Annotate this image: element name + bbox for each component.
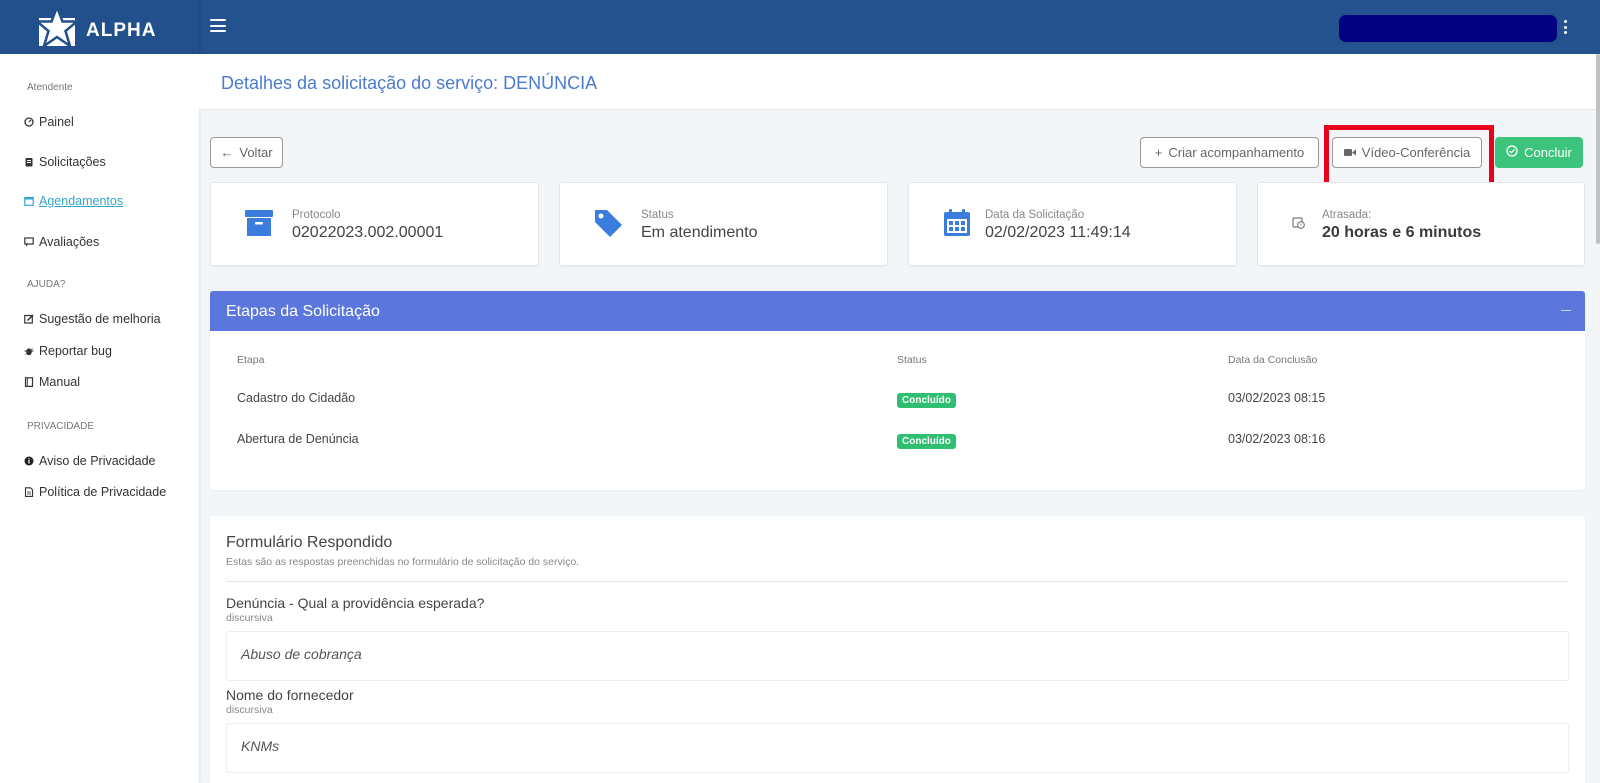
user-name-box[interactable] <box>1339 15 1557 42</box>
back-button[interactable]: ← Voltar <box>210 137 283 168</box>
sidebar-item-label: Manual <box>39 375 80 389</box>
column-header-data: Data da Conclusão <box>1228 354 1318 366</box>
card-value: Em atendimento <box>641 224 758 241</box>
edit-icon <box>24 314 34 324</box>
collapse-icon[interactable] <box>1561 310 1571 311</box>
document-icon <box>24 487 34 497</box>
column-header-etapa: Etapa <box>237 354 265 366</box>
card-value: 02/02/2023 11:49:14 <box>985 224 1131 241</box>
sidebar-item-label: Aviso de Privacidade <box>39 454 156 468</box>
card-data-solicitacao: Data da Solicitação 02/02/2023 11:49:14 <box>908 182 1237 266</box>
conclude-button-label: Concluir <box>1524 145 1572 160</box>
brand[interactable]: ALPHA <box>0 0 199 54</box>
arrow-left-icon: ← <box>220 145 234 160</box>
answer-text: KNMs <box>241 738 280 754</box>
plus-icon: + <box>1154 145 1163 160</box>
answer-text: Abuso de cobrança <box>241 646 362 662</box>
sidebar-section-atendente: Atendente <box>27 82 73 93</box>
bug-icon <box>24 346 34 356</box>
create-follow-up-button[interactable]: + Criar acompanhamento <box>1140 137 1319 168</box>
sidebar-item-label: Avaliações <box>39 235 100 249</box>
sidebar-item-label: Sugestão de melhoria <box>39 312 161 326</box>
calendar-icon <box>944 209 970 236</box>
sidebar-item-solicitacoes[interactable]: Solicitações <box>24 155 106 169</box>
archive-icon <box>245 210 273 236</box>
answer-box: KNMs <box>226 723 1569 773</box>
status-badge: Concluído <box>897 434 956 449</box>
sidebar-item-manual[interactable]: Manual <box>24 375 80 389</box>
sidebar-section-privacidade: PRIVACIDADE <box>27 421 95 432</box>
more-options-icon[interactable] <box>1562 20 1568 34</box>
calendar-icon <box>24 196 34 206</box>
sidebar: Atendente Painel Solicitações Agendament… <box>0 54 199 783</box>
check-circle-icon <box>1506 145 1518 160</box>
sidebar-item-reportar-bug[interactable]: Reportar bug <box>24 344 112 358</box>
card-value: 20 horas e 6 minutos <box>1322 224 1482 241</box>
sidebar-item-painel[interactable]: Painel <box>24 115 74 129</box>
back-button-label: Voltar <box>239 145 273 160</box>
card-label: Atrasada: <box>1322 209 1372 221</box>
clipboard-icon <box>24 157 34 167</box>
answer-box: Abuso de cobrança <box>226 631 1569 681</box>
question-label: Denúncia - Qual a providência esperada? <box>226 595 485 611</box>
dashboard-icon <box>24 117 34 127</box>
brand-name: ALPHA <box>86 20 157 41</box>
book-icon <box>24 377 34 387</box>
divider <box>226 581 1569 582</box>
card-protocolo: Protocolo 02022023.002.00001 <box>210 182 539 266</box>
sidebar-item-label: Reportar bug <box>39 344 112 358</box>
sidebar-item-label: Painel <box>39 115 74 129</box>
info-icon <box>24 456 34 466</box>
column-header-status: Status <box>897 354 927 366</box>
sidebar-item-sugestao[interactable]: Sugestão de melhoria <box>24 312 161 326</box>
step-name: Abertura de Denúncia <box>237 432 359 446</box>
answered-form-panel: Formulário Respondido Estas são as respo… <box>210 516 1585 783</box>
card-atrasada: Atrasada: 20 horas e 6 minutos <box>1257 182 1585 266</box>
sidebar-section-ajuda: AJUDA? <box>27 279 66 290</box>
step-date: 03/02/2023 08:16 <box>1228 432 1326 446</box>
steps-panel-title: Etapas da Solicitação <box>226 303 380 320</box>
step-date: 03/02/2023 08:15 <box>1228 391 1326 405</box>
question-type: discursiva <box>226 612 273 624</box>
form-subtitle: Estas são as respostas preenchidas no fo… <box>226 556 580 568</box>
sidebar-item-label: Solicitações <box>39 155 106 169</box>
create-follow-up-label: Criar acompanhamento <box>1168 145 1305 160</box>
form-title: Formulário Respondido <box>226 534 393 551</box>
question-type: discursiva <box>226 704 273 716</box>
clock-calendar-icon <box>1292 217 1305 229</box>
question-label: Nome do fornecedor <box>226 687 354 703</box>
step-name: Cadastro do Cidadão <box>237 391 356 405</box>
card-label: Protocolo <box>292 209 341 221</box>
sidebar-item-politica-privacidade[interactable]: Política de Privacidade <box>24 485 166 499</box>
sidebar-item-aviso-privacidade[interactable]: Aviso de Privacidade <box>24 454 156 468</box>
conclude-button[interactable]: Concluir <box>1495 137 1583 168</box>
steps-panel: Etapas da Solicitação Etapa Status Data … <box>210 291 1585 490</box>
top-bar: ALPHA <box>0 0 1600 54</box>
card-label: Status <box>641 209 674 221</box>
page-header: Detalhes da solicitação do serviço: DENÚ… <box>199 54 1596 110</box>
sidebar-item-label: Política de Privacidade <box>39 485 167 499</box>
steps-panel-header: Etapas da Solicitação <box>210 291 1585 331</box>
tag-icon <box>595 210 622 237</box>
highlight-box <box>1324 125 1494 188</box>
menu-toggle-icon[interactable] <box>210 19 226 33</box>
sidebar-item-agendamentos[interactable]: Agendamentos <box>24 194 123 208</box>
card-value: 02022023.002.00001 <box>292 224 444 241</box>
card-label: Data da Solicitação <box>985 209 1085 221</box>
star-logo-icon <box>36 6 78 48</box>
comment-icon <box>24 237 34 247</box>
sidebar-item-label: Agendamentos <box>39 194 124 208</box>
card-status: Status Em atendimento <box>559 182 888 266</box>
scrollbar[interactable] <box>1596 54 1600 244</box>
status-badge: Concluído <box>897 393 956 408</box>
sidebar-item-avaliacoes[interactable]: Avaliações <box>24 235 99 249</box>
page-title: Detalhes da solicitação do serviço: DENÚ… <box>221 73 598 93</box>
